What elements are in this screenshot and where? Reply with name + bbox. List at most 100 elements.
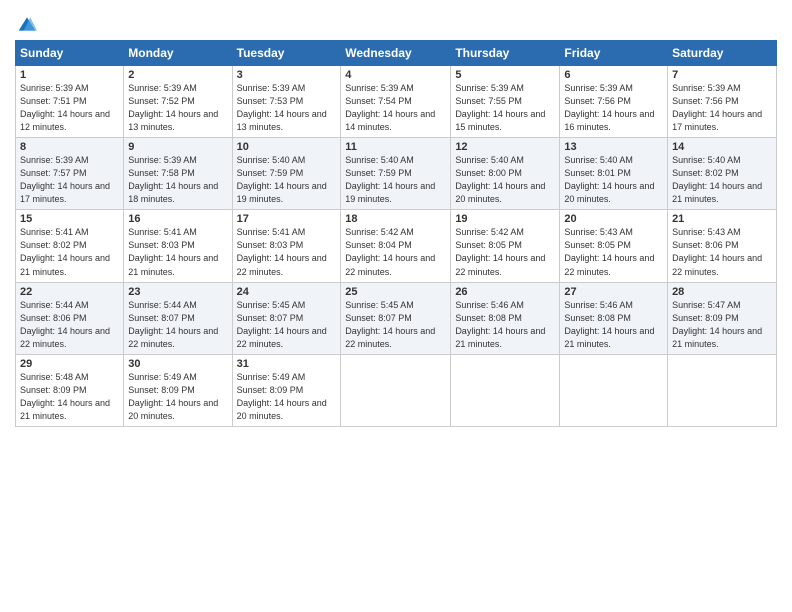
day-info: Sunrise: 5:42 AMSunset: 8:05 PMDaylight:…: [455, 226, 555, 278]
day-info: Sunrise: 5:39 AMSunset: 7:57 PMDaylight:…: [20, 154, 119, 206]
calendar-header-row: SundayMondayTuesdayWednesdayThursdayFrid…: [16, 41, 777, 66]
calendar-cell: 19Sunrise: 5:42 AMSunset: 8:05 PMDayligh…: [451, 210, 560, 282]
day-number: 31: [237, 358, 337, 370]
calendar-cell: 10Sunrise: 5:40 AMSunset: 7:59 PMDayligh…: [232, 138, 341, 210]
day-info: Sunrise: 5:39 AMSunset: 7:56 PMDaylight:…: [672, 82, 772, 134]
day-number: 5: [455, 69, 555, 81]
day-number: 4: [345, 69, 446, 81]
day-info: Sunrise: 5:40 AMSunset: 8:01 PMDaylight:…: [564, 154, 663, 206]
day-number: 17: [237, 213, 337, 225]
calendar-cell: 7Sunrise: 5:39 AMSunset: 7:56 PMDaylight…: [668, 66, 777, 138]
calendar-cell: 25Sunrise: 5:45 AMSunset: 8:07 PMDayligh…: [341, 282, 451, 354]
day-number: 28: [672, 286, 772, 298]
calendar-cell: 24Sunrise: 5:45 AMSunset: 8:07 PMDayligh…: [232, 282, 341, 354]
page: SundayMondayTuesdayWednesdayThursdayFrid…: [0, 0, 792, 612]
day-info: Sunrise: 5:43 AMSunset: 8:06 PMDaylight:…: [672, 226, 772, 278]
day-number: 16: [128, 213, 227, 225]
day-number: 3: [237, 69, 337, 81]
day-info: Sunrise: 5:39 AMSunset: 7:58 PMDaylight:…: [128, 154, 227, 206]
day-number: 23: [128, 286, 227, 298]
day-info: Sunrise: 5:39 AMSunset: 7:56 PMDaylight:…: [564, 82, 663, 134]
calendar-cell: 6Sunrise: 5:39 AMSunset: 7:56 PMDaylight…: [560, 66, 668, 138]
day-info: Sunrise: 5:40 AMSunset: 7:59 PMDaylight:…: [345, 154, 446, 206]
calendar-cell: 4Sunrise: 5:39 AMSunset: 7:54 PMDaylight…: [341, 66, 451, 138]
day-info: Sunrise: 5:46 AMSunset: 8:08 PMDaylight:…: [564, 299, 663, 351]
calendar-header-tuesday: Tuesday: [232, 41, 341, 66]
calendar-header-friday: Friday: [560, 41, 668, 66]
calendar-cell: 8Sunrise: 5:39 AMSunset: 7:57 PMDaylight…: [16, 138, 124, 210]
calendar-cell: 17Sunrise: 5:41 AMSunset: 8:03 PMDayligh…: [232, 210, 341, 282]
calendar-table: SundayMondayTuesdayWednesdayThursdayFrid…: [15, 40, 777, 427]
day-number: 22: [20, 286, 119, 298]
calendar-cell: 21Sunrise: 5:43 AMSunset: 8:06 PMDayligh…: [668, 210, 777, 282]
calendar-cell: 26Sunrise: 5:46 AMSunset: 8:08 PMDayligh…: [451, 282, 560, 354]
calendar-cell: 31Sunrise: 5:49 AMSunset: 8:09 PMDayligh…: [232, 354, 341, 426]
day-info: Sunrise: 5:40 AMSunset: 7:59 PMDaylight:…: [237, 154, 337, 206]
calendar-cell: [341, 354, 451, 426]
calendar-header-thursday: Thursday: [451, 41, 560, 66]
day-info: Sunrise: 5:39 AMSunset: 7:51 PMDaylight:…: [20, 82, 119, 134]
day-info: Sunrise: 5:44 AMSunset: 8:06 PMDaylight:…: [20, 299, 119, 351]
calendar-cell: 22Sunrise: 5:44 AMSunset: 8:06 PMDayligh…: [16, 282, 124, 354]
day-info: Sunrise: 5:47 AMSunset: 8:09 PMDaylight:…: [672, 299, 772, 351]
calendar-cell: 15Sunrise: 5:41 AMSunset: 8:02 PMDayligh…: [16, 210, 124, 282]
calendar-header-saturday: Saturday: [668, 41, 777, 66]
day-number: 27: [564, 286, 663, 298]
calendar-week-3: 15Sunrise: 5:41 AMSunset: 8:02 PMDayligh…: [16, 210, 777, 282]
day-number: 8: [20, 141, 119, 153]
calendar-cell: 27Sunrise: 5:46 AMSunset: 8:08 PMDayligh…: [560, 282, 668, 354]
calendar-cell: 30Sunrise: 5:49 AMSunset: 8:09 PMDayligh…: [124, 354, 232, 426]
day-info: Sunrise: 5:40 AMSunset: 8:02 PMDaylight:…: [672, 154, 772, 206]
calendar-cell: [560, 354, 668, 426]
calendar-cell: 20Sunrise: 5:43 AMSunset: 8:05 PMDayligh…: [560, 210, 668, 282]
calendar-cell: 16Sunrise: 5:41 AMSunset: 8:03 PMDayligh…: [124, 210, 232, 282]
day-number: 7: [672, 69, 772, 81]
day-info: Sunrise: 5:42 AMSunset: 8:04 PMDaylight:…: [345, 226, 446, 278]
day-info: Sunrise: 5:41 AMSunset: 8:03 PMDaylight:…: [128, 226, 227, 278]
day-number: 29: [20, 358, 119, 370]
calendar-cell: [668, 354, 777, 426]
calendar-cell: 29Sunrise: 5:48 AMSunset: 8:09 PMDayligh…: [16, 354, 124, 426]
day-number: 15: [20, 213, 119, 225]
header: [15, 10, 777, 34]
calendar-cell: 28Sunrise: 5:47 AMSunset: 8:09 PMDayligh…: [668, 282, 777, 354]
calendar-cell: 1Sunrise: 5:39 AMSunset: 7:51 PMDaylight…: [16, 66, 124, 138]
calendar-week-2: 8Sunrise: 5:39 AMSunset: 7:57 PMDaylight…: [16, 138, 777, 210]
day-number: 20: [564, 213, 663, 225]
calendar-cell: 9Sunrise: 5:39 AMSunset: 7:58 PMDaylight…: [124, 138, 232, 210]
calendar-cell: 3Sunrise: 5:39 AMSunset: 7:53 PMDaylight…: [232, 66, 341, 138]
day-info: Sunrise: 5:39 AMSunset: 7:53 PMDaylight:…: [237, 82, 337, 134]
calendar-header-monday: Monday: [124, 41, 232, 66]
day-info: Sunrise: 5:44 AMSunset: 8:07 PMDaylight:…: [128, 299, 227, 351]
calendar-cell: 2Sunrise: 5:39 AMSunset: 7:52 PMDaylight…: [124, 66, 232, 138]
calendar-header-wednesday: Wednesday: [341, 41, 451, 66]
day-number: 11: [345, 141, 446, 153]
day-number: 26: [455, 286, 555, 298]
day-info: Sunrise: 5:43 AMSunset: 8:05 PMDaylight:…: [564, 226, 663, 278]
day-number: 6: [564, 69, 663, 81]
calendar-body: 1Sunrise: 5:39 AMSunset: 7:51 PMDaylight…: [16, 66, 777, 427]
day-number: 18: [345, 213, 446, 225]
calendar-cell: 12Sunrise: 5:40 AMSunset: 8:00 PMDayligh…: [451, 138, 560, 210]
calendar-week-4: 22Sunrise: 5:44 AMSunset: 8:06 PMDayligh…: [16, 282, 777, 354]
day-number: 14: [672, 141, 772, 153]
day-info: Sunrise: 5:46 AMSunset: 8:08 PMDaylight:…: [455, 299, 555, 351]
day-number: 13: [564, 141, 663, 153]
calendar-header-sunday: Sunday: [16, 41, 124, 66]
calendar-cell: 5Sunrise: 5:39 AMSunset: 7:55 PMDaylight…: [451, 66, 560, 138]
day-number: 2: [128, 69, 227, 81]
calendar-cell: 23Sunrise: 5:44 AMSunset: 8:07 PMDayligh…: [124, 282, 232, 354]
day-number: 21: [672, 213, 772, 225]
day-info: Sunrise: 5:41 AMSunset: 8:03 PMDaylight:…: [237, 226, 337, 278]
day-info: Sunrise: 5:48 AMSunset: 8:09 PMDaylight:…: [20, 371, 119, 423]
day-number: 30: [128, 358, 227, 370]
calendar-cell: 13Sunrise: 5:40 AMSunset: 8:01 PMDayligh…: [560, 138, 668, 210]
day-number: 9: [128, 141, 227, 153]
calendar-cell: 14Sunrise: 5:40 AMSunset: 8:02 PMDayligh…: [668, 138, 777, 210]
calendar-cell: 11Sunrise: 5:40 AMSunset: 7:59 PMDayligh…: [341, 138, 451, 210]
day-info: Sunrise: 5:40 AMSunset: 8:00 PMDaylight:…: [455, 154, 555, 206]
day-info: Sunrise: 5:39 AMSunset: 7:55 PMDaylight:…: [455, 82, 555, 134]
logo: [15, 10, 37, 34]
day-number: 24: [237, 286, 337, 298]
day-number: 10: [237, 141, 337, 153]
